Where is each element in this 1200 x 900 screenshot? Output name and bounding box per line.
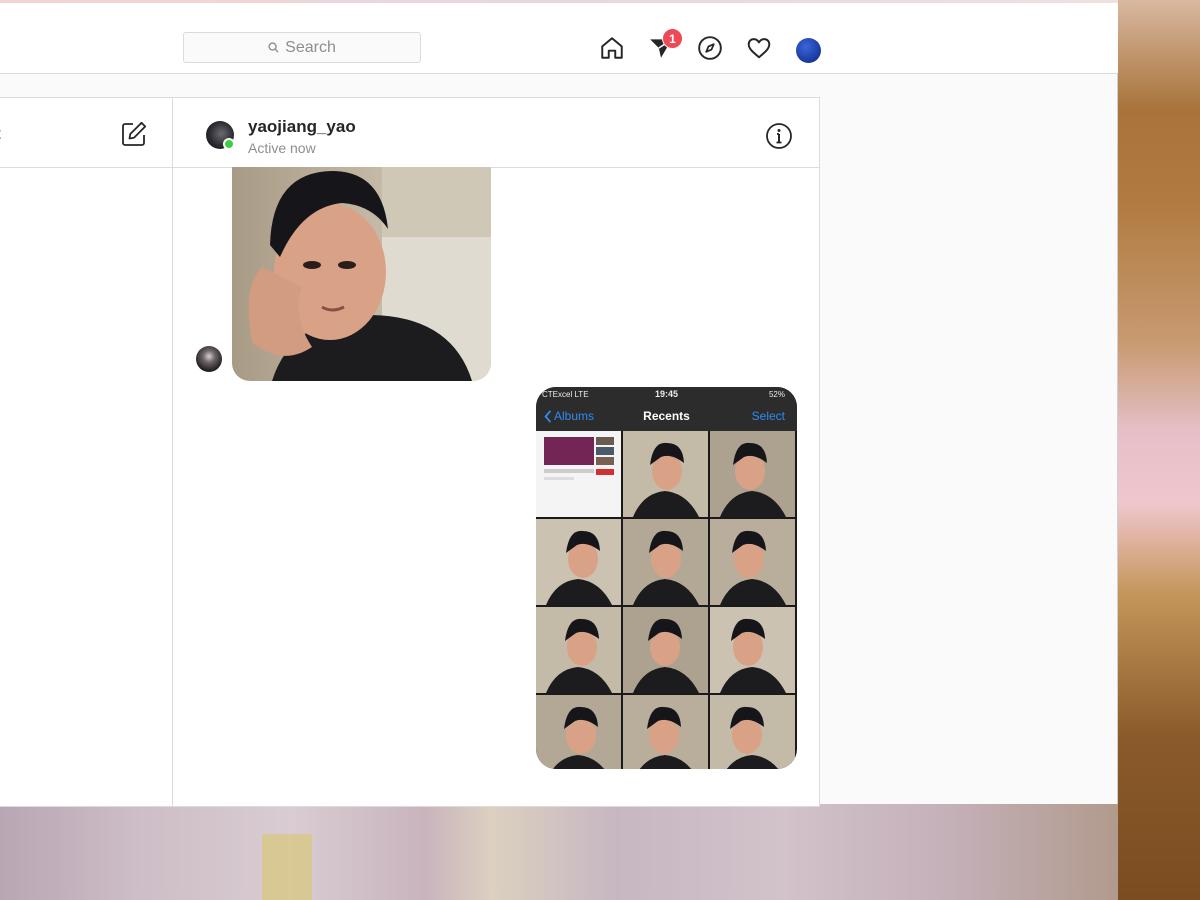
info-icon[interactable]: [765, 122, 793, 150]
search-icon: [268, 42, 279, 53]
photo-thumbnail: [623, 431, 708, 517]
inbox-column: t: [0, 98, 173, 806]
sent-photo-message[interactable]: CTExcel LTE 19:45 52% Albums Recents Sel…: [536, 387, 797, 769]
selfie-image: [232, 167, 491, 381]
phone-battery: 52%: [768, 390, 785, 399]
top-navigation: Search 1: [0, 3, 1118, 74]
thumbnail-screenshot: [536, 431, 621, 517]
home-icon[interactable]: [598, 34, 626, 62]
background-spot: [262, 834, 312, 900]
photo-grid: [536, 431, 797, 769]
heart-icon[interactable]: [745, 34, 773, 62]
compose-icon[interactable]: [120, 120, 148, 148]
phone-status-bar: CTExcel LTE 19:45 52%: [536, 387, 797, 403]
notification-badge: 1: [662, 28, 683, 49]
thread-header: yaojiang_yao Active now: [173, 98, 819, 168]
thread-status: Active now: [248, 140, 316, 156]
search-placeholder: Search: [285, 38, 336, 56]
inbox-title: t: [0, 124, 1, 144]
profile-avatar[interactable]: [796, 38, 821, 63]
received-photo-message[interactable]: [232, 167, 491, 381]
photo-thumbnail: [710, 695, 795, 769]
photo-thumbnail: [623, 695, 708, 769]
search-input[interactable]: Search: [183, 32, 421, 63]
select-label: Select: [751, 409, 785, 423]
photo-thumbnail: [623, 519, 708, 605]
photo-thumbnail: [710, 431, 795, 517]
phone-time: 19:45: [654, 389, 679, 399]
online-indicator: [223, 138, 235, 150]
inbox-header: t: [0, 98, 173, 168]
explore-icon[interactable]: [696, 34, 724, 62]
photos-nav-bar: Albums Recents Select: [536, 403, 797, 431]
photo-thumbnail: [536, 607, 621, 693]
photo-thumbnail: [710, 519, 795, 605]
photo-thumbnail: [536, 695, 621, 769]
sender-avatar[interactable]: [196, 346, 222, 372]
photo-thumbnail: [710, 607, 795, 693]
thread-username[interactable]: yaojiang_yao: [248, 117, 356, 137]
background-bottom: [0, 804, 1118, 900]
photo-thumbnail: [623, 607, 708, 693]
photo-thumbnail: [536, 519, 621, 605]
background-right: [1118, 0, 1200, 900]
